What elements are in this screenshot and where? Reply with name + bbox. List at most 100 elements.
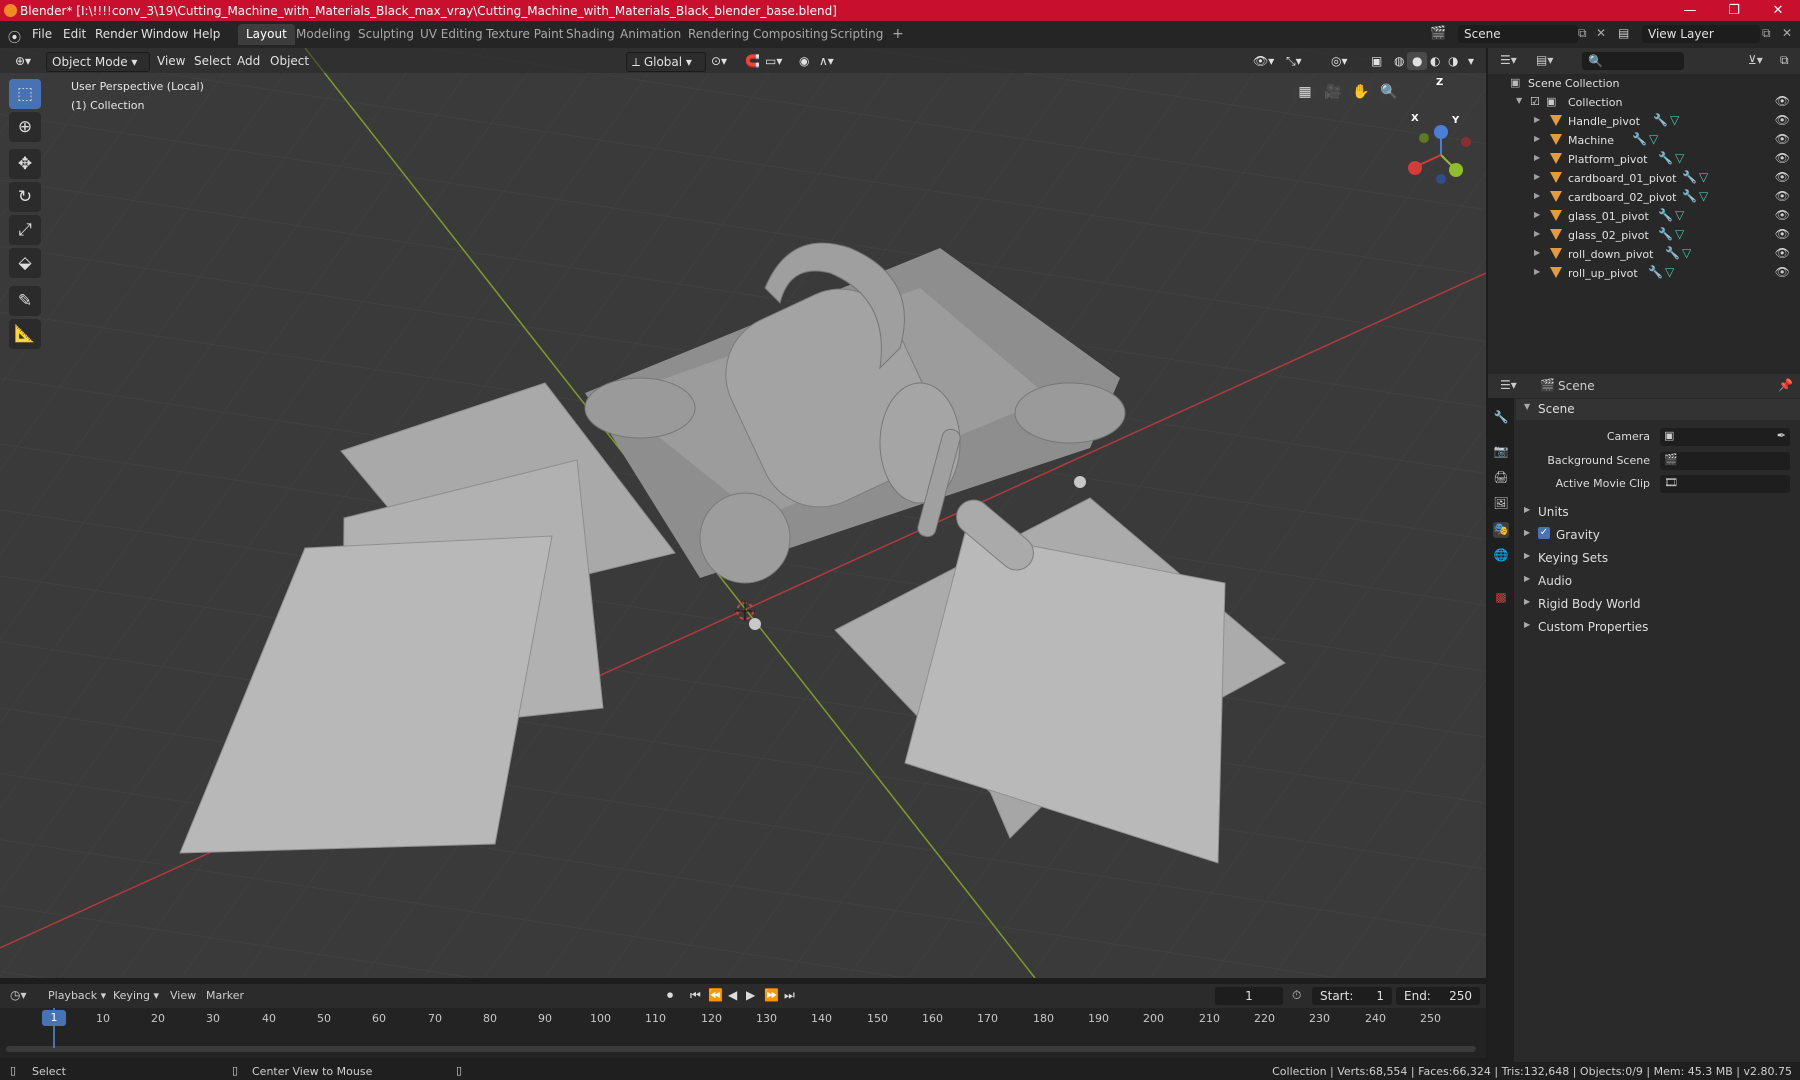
- view-layer-properties-tab-icon[interactable]: 🖼: [1493, 496, 1509, 512]
- outliner-scene-collection-row[interactable]: ▣ Scene Collection: [1488, 74, 1800, 93]
- visibility-eye-icon[interactable]: 👁: [1775, 246, 1790, 260]
- rendered-shading-icon[interactable]: ◑: [1443, 52, 1463, 70]
- close-button[interactable]: ✕: [1756, 0, 1800, 21]
- pivot-point-icon[interactable]: ⊙▾: [706, 52, 732, 70]
- background-scene-field[interactable]: 🎬: [1660, 452, 1790, 470]
- pin-icon[interactable]: 📌: [1778, 378, 1793, 392]
- viewport-menu-add[interactable]: Add: [232, 52, 265, 70]
- expand-icon[interactable]: ▶: [1534, 134, 1540, 143]
- tab-modeling[interactable]: Modeling: [288, 24, 359, 45]
- delete-view-layer-icon[interactable]: ✕: [1782, 26, 1792, 40]
- units-section[interactable]: ▶ Units: [1516, 502, 1800, 523]
- tab-animation[interactable]: Animation: [612, 24, 689, 45]
- zoom-icon[interactable]: 🔍: [1377, 80, 1401, 104]
- viewport-menu-object[interactable]: Object: [265, 52, 314, 70]
- select-box-tool-icon[interactable]: ⬚: [9, 79, 41, 109]
- outliner-item-roll-down-pivot[interactable]: ▶ roll_down_pivot 🔧 ▽ 👁: [1488, 245, 1800, 264]
- world-properties-tab-icon[interactable]: 🌐: [1493, 548, 1509, 564]
- custom-properties-section[interactable]: ▶ Custom Properties: [1516, 617, 1800, 638]
- expand-icon[interactable]: ▶: [1534, 153, 1540, 162]
- visibility-eye-icon[interactable]: 👁: [1775, 265, 1790, 279]
- editor-type-icon[interactable]: ⊕▾: [10, 52, 36, 70]
- scale-tool-icon[interactable]: ⤢: [9, 215, 41, 245]
- filter-icon[interactable]: ⊻▾: [1748, 53, 1763, 67]
- outliner-collection-row[interactable]: ▼ ☑ ▣ Collection 👁: [1488, 93, 1800, 112]
- pan-hand-icon[interactable]: ✋: [1349, 80, 1373, 104]
- menu-edit[interactable]: Edit: [63, 27, 86, 41]
- display-mode-icon[interactable]: ▤▾: [1536, 53, 1553, 67]
- menu-window[interactable]: Window: [141, 27, 188, 41]
- record-icon[interactable]: ⏺: [667, 988, 673, 1003]
- viewport-menu-view[interactable]: View: [152, 52, 190, 70]
- outliner-search-input[interactable]: 🔍: [1582, 52, 1684, 70]
- shading-options-icon[interactable]: ▾: [1463, 52, 1479, 70]
- expand-icon[interactable]: ▶: [1534, 191, 1540, 200]
- transform-tool-icon[interactable]: ⬙: [9, 248, 41, 278]
- tab-layout[interactable]: Layout: [238, 24, 295, 45]
- outliner-item-glass-01-pivot[interactable]: ▶ glass_01_pivot 🔧 ▽ 👁: [1488, 207, 1800, 226]
- rotate-tool-icon[interactable]: ↻: [9, 182, 41, 212]
- audio-section[interactable]: ▶ Audio: [1516, 571, 1800, 592]
- measure-tool-icon[interactable]: 📐: [9, 319, 41, 349]
- visibility-eye-icon[interactable]: 👁: [1775, 189, 1790, 203]
- outliner-item-glass-02-pivot[interactable]: ▶ glass_02_pivot 🔧 ▽ 👁: [1488, 226, 1800, 245]
- move-tool-icon[interactable]: ✥: [9, 149, 41, 179]
- blender-menu-icon[interactable]: ⦿: [8, 27, 21, 46]
- falloff-icon[interactable]: ∧▾: [814, 52, 839, 70]
- outliner-editor-type-icon[interactable]: ☰▾: [1500, 53, 1517, 67]
- camera-view-icon[interactable]: 🎥: [1321, 80, 1345, 104]
- keying-sets-section[interactable]: ▶ Keying Sets: [1516, 548, 1800, 569]
- timeline-editor-type-icon[interactable]: ◷▾: [10, 988, 27, 1002]
- texture-properties-tab-icon[interactable]: ▩: [1493, 590, 1509, 606]
- expand-icon[interactable]: ▶: [1534, 115, 1540, 124]
- tool-properties-tab-icon[interactable]: 🔧: [1493, 410, 1509, 426]
- collection-visibility-eye-icon[interactable]: 👁: [1775, 94, 1790, 108]
- viewport-menu-select[interactable]: Select: [189, 52, 236, 70]
- cursor-tool-icon[interactable]: ⊕: [9, 112, 41, 142]
- snap-target-icon[interactable]: ▭▾: [760, 52, 787, 70]
- expand-icon[interactable]: ▶: [1534, 229, 1540, 238]
- visibility-eye-icon[interactable]: 👁: [1775, 208, 1790, 222]
- playhead-frame-badge[interactable]: 1: [42, 1010, 66, 1026]
- add-workspace-button[interactable]: +: [884, 24, 912, 45]
- new-scene-icon[interactable]: ⧉: [1578, 26, 1587, 41]
- rigid-body-world-section[interactable]: ▶ Rigid Body World: [1516, 594, 1800, 615]
- prev-keyframe-icon[interactable]: ⏪: [708, 988, 723, 1002]
- current-frame-field[interactable]: 1: [1215, 987, 1283, 1005]
- outliner-item-roll-up-pivot[interactable]: ▶ roll_up_pivot 🔧 ▽ 👁: [1488, 264, 1800, 283]
- timeline-scrollbar[interactable]: [6, 1046, 1476, 1052]
- expand-icon[interactable]: ▶: [1534, 210, 1540, 219]
- visibility-eye-icon[interactable]: 👁: [1775, 151, 1790, 165]
- jump-end-icon[interactable]: ⏭: [784, 988, 795, 1003]
- maximize-button[interactable]: ❐: [1712, 0, 1756, 21]
- timeline-menu-marker[interactable]: Marker: [206, 989, 244, 1002]
- xray-toggle-icon[interactable]: ▣: [1366, 52, 1387, 70]
- tab-scripting[interactable]: Scripting: [822, 24, 891, 45]
- scene-field[interactable]: Scene: [1458, 25, 1578, 43]
- new-view-layer-icon[interactable]: ⧉: [1762, 26, 1771, 41]
- camera-field[interactable]: ▣ ✒: [1660, 428, 1790, 446]
- outliner-item-cardboard-01-pivot[interactable]: ▶ cardboard_01_pivot 🔧 ▽ 👁: [1488, 169, 1800, 188]
- properties-editor-type-icon[interactable]: ☰▾: [1500, 378, 1517, 392]
- scene-properties-tab-icon[interactable]: 🎭: [1493, 522, 1509, 538]
- overlay-toggle-icon[interactable]: ◎▾: [1326, 52, 1353, 70]
- outliner-item-cardboard-02-pivot[interactable]: ▶ cardboard_02_pivot 🔧 ▽ 👁: [1488, 188, 1800, 207]
- outliner-item-handle-pivot[interactable]: ▶ Handle_pivot 🔧 ▽ 👁: [1488, 112, 1800, 131]
- timeline-menu-playback[interactable]: Playback ▾: [48, 989, 106, 1002]
- expand-icon[interactable]: ▶: [1534, 248, 1540, 257]
- clock-icon[interactable]: ⏱: [1292, 988, 1301, 1003]
- annotate-tool-icon[interactable]: ✎: [9, 286, 41, 316]
- end-frame-field[interactable]: End: 250: [1396, 987, 1480, 1005]
- toggle-camera-view-icon[interactable]: ▦: [1293, 80, 1317, 104]
- menu-help[interactable]: Help: [193, 27, 220, 41]
- collection-expand-icon[interactable]: ▼: [1516, 96, 1522, 105]
- transform-orientation-dropdown[interactable]: ⟂ Global ▾: [626, 52, 706, 72]
- play-reverse-icon[interactable]: ◀: [728, 988, 737, 1002]
- next-keyframe-icon[interactable]: ⏩: [764, 988, 779, 1002]
- menu-render[interactable]: Render: [95, 27, 138, 41]
- new-collection-icon[interactable]: ⧉: [1780, 53, 1789, 68]
- visibility-eye-icon[interactable]: 👁: [1775, 113, 1790, 127]
- play-icon[interactable]: ▶: [746, 988, 755, 1002]
- collection-checkbox-icon[interactable]: ☑: [1530, 95, 1540, 108]
- jump-start-icon[interactable]: ⏮: [690, 988, 701, 1003]
